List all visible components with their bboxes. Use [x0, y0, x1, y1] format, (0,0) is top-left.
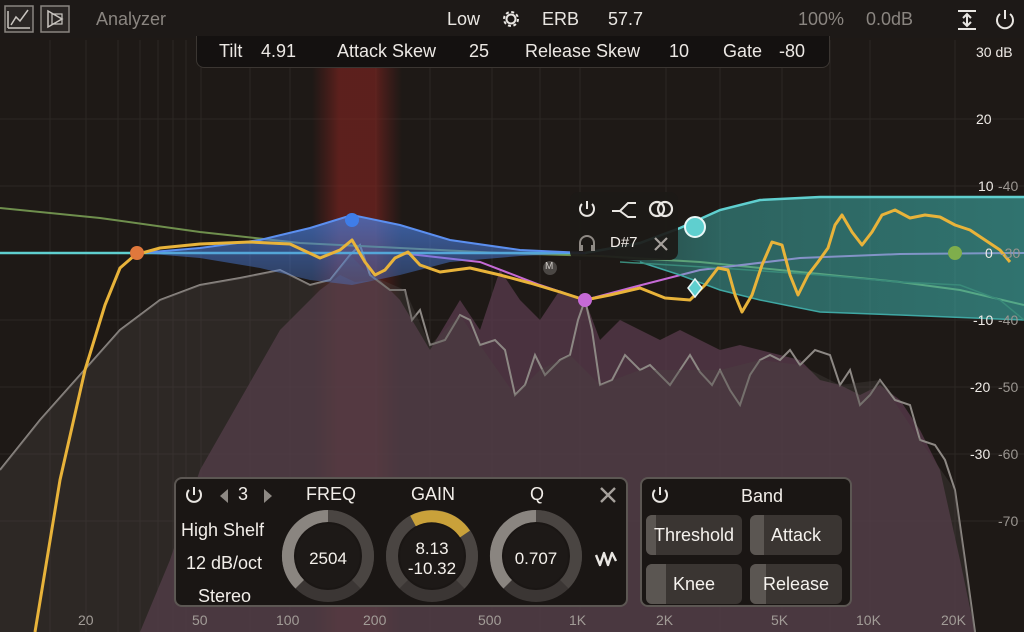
gain-label: GAIN [411, 484, 456, 504]
band-2-node[interactable] [345, 213, 359, 227]
freq-label: 20K [941, 612, 966, 628]
power-icon[interactable] [993, 8, 1017, 32]
filter-type[interactable]: High Shelf [181, 520, 264, 541]
freq-label: FREQ [306, 484, 357, 504]
db-scale-top: 30 dB [976, 44, 1013, 60]
band-power-icon[interactable] [184, 485, 204, 505]
attack-skew-label: Attack Skew [337, 41, 437, 61]
dynamics-panel: Band Threshold Attack Knee Release [640, 477, 852, 607]
db-label: 10 [978, 178, 994, 194]
dynamics-title: Band [741, 486, 784, 506]
freq-label: 2K [656, 612, 674, 628]
band-1-node[interactable] [130, 246, 144, 260]
knee-label: Knee [672, 573, 716, 594]
channel-mode[interactable]: Stereo [198, 586, 251, 607]
close-icon[interactable] [598, 485, 618, 505]
db-label: 20 [976, 111, 992, 127]
gain-value-primary[interactable]: 8.13 [392, 539, 472, 559]
zoom-level[interactable]: 100% [798, 9, 844, 30]
band-note-label: D#7 [610, 234, 638, 251]
freq-label: 5K [771, 612, 789, 628]
mid-marker-label: M [545, 261, 554, 272]
band-power-icon[interactable] [577, 199, 597, 219]
db-label-secondary: -50 [998, 379, 1019, 395]
quality-selector[interactable]: Low [447, 9, 480, 30]
q-label: Q [530, 484, 545, 504]
freq-label: 500 [478, 612, 502, 628]
gain-value-secondary[interactable]: -10.32 [392, 559, 472, 579]
filter-slope[interactable]: 12 dB/oct [186, 553, 262, 574]
app-title: Analyzer [96, 9, 167, 29]
freq-label: 10K [856, 612, 881, 628]
top-toolbar: Analyzer Low ERB 57.7 100% 0.0dB [0, 0, 1024, 38]
db-label: -70 [998, 513, 1019, 529]
band-3-node[interactable] [684, 216, 706, 238]
tilt-value[interactable]: 4.91 [261, 41, 296, 62]
freq-label: 200 [363, 612, 387, 628]
band-quick-popup: D#7 [570, 192, 678, 260]
headphones-solo-icon[interactable] [577, 233, 597, 253]
db-label: -30 [970, 446, 991, 462]
eq-plugin-window: M Analyzer Low ERB 57.7 100% 0.0dB Tilt … [0, 0, 1024, 632]
release-skew-value[interactable]: 10 [669, 41, 689, 62]
next-band-icon[interactable] [262, 488, 274, 504]
filter-type-icon[interactable] [610, 199, 638, 219]
freq-label: 20 [78, 612, 94, 628]
dynamics-power-icon[interactable] [650, 485, 670, 505]
db-label-secondary: -60 [998, 446, 1019, 462]
scale-value[interactable]: 57.7 [608, 9, 643, 30]
freq-label: 1K [569, 612, 587, 628]
close-icon[interactable] [652, 235, 670, 253]
analyzer-chart-icon[interactable] [4, 5, 34, 33]
release-label: Release [762, 573, 830, 594]
release-skew-label: Release Skew [525, 41, 641, 61]
gate-value[interactable]: -80 [779, 41, 805, 62]
freq-value[interactable]: 2504 [288, 549, 368, 569]
gate-label: Gate [723, 41, 763, 61]
threshold-button[interactable]: Threshold [646, 515, 742, 555]
band-control-panel: 3 High Shelf 12 dB/oct Stereo FREQ GAIN … [174, 477, 628, 607]
attack-button[interactable]: Attack [750, 515, 842, 555]
gear-icon[interactable] [500, 8, 522, 30]
scale-mode[interactable]: ERB [542, 9, 579, 30]
freq-label: 50 [192, 612, 208, 628]
fit-view-icon[interactable] [955, 8, 979, 32]
db-label-secondary: -40 [998, 178, 1019, 194]
db-label: -20 [970, 379, 991, 395]
db-label: -10 [973, 312, 994, 328]
dynamics-param-strip: Tilt 4.91 Attack Skew 25 Release Skew 10… [196, 36, 830, 68]
q-value[interactable]: 0.707 [496, 549, 576, 569]
stereo-link-icon[interactable] [647, 199, 675, 219]
output-gain[interactable]: 0.0dB [866, 9, 913, 30]
db-label-secondary: -30 [1000, 245, 1021, 261]
band-4-node[interactable] [578, 293, 592, 307]
attack-label: Attack [770, 524, 822, 545]
db-label: 0 [985, 245, 993, 261]
previous-band-icon[interactable] [218, 488, 230, 504]
settings-panel-icon[interactable] [40, 5, 70, 33]
knee-button[interactable]: Knee [646, 564, 742, 604]
freq-label: 100 [276, 612, 300, 628]
band-5-node[interactable] [948, 246, 962, 260]
attack-skew-value[interactable]: 25 [469, 41, 489, 62]
threshold-label: Threshold [653, 524, 735, 545]
band-number: 3 [238, 484, 249, 504]
dynamic-mode-icon[interactable] [594, 547, 620, 569]
release-button[interactable]: Release [750, 564, 842, 604]
db-label-secondary: -40 [998, 312, 1019, 328]
tilt-label: Tilt [219, 41, 243, 61]
